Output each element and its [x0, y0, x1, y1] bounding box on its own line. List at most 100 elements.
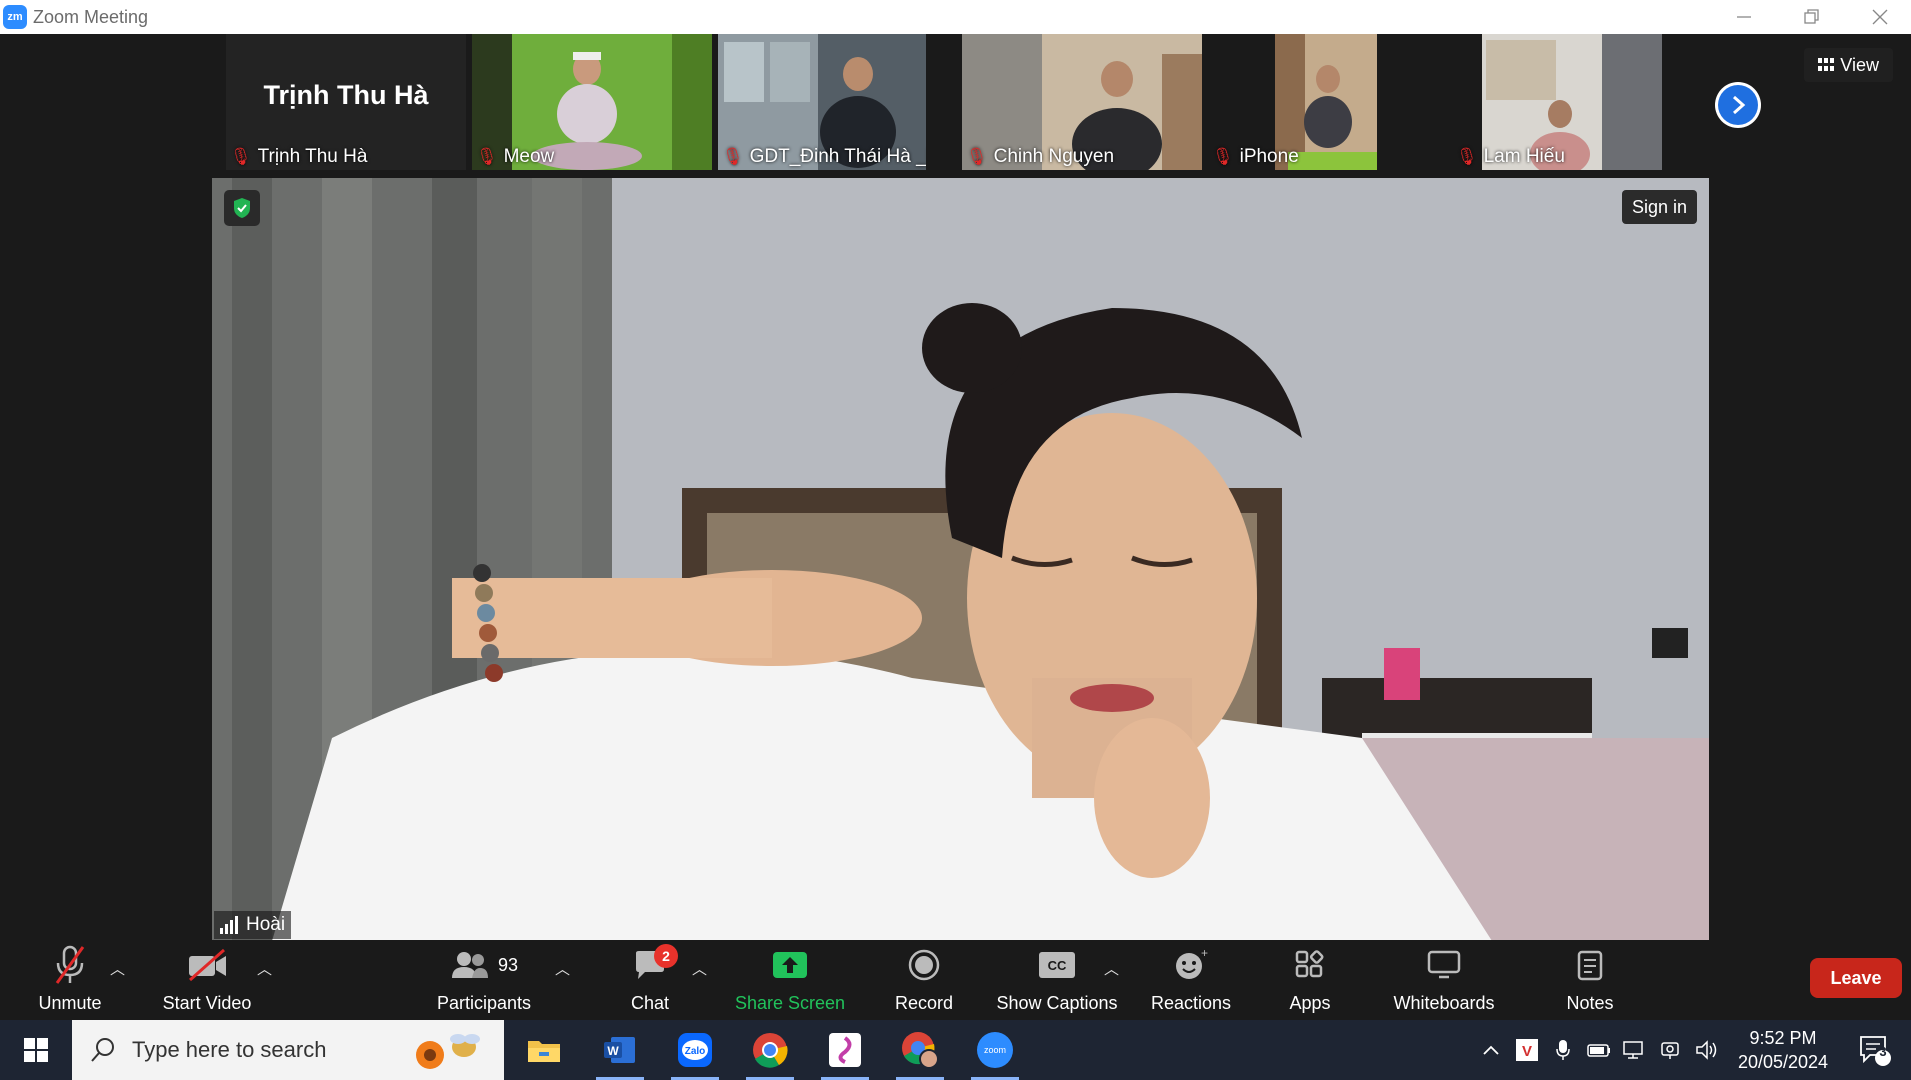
svg-text:V: V — [1522, 1043, 1532, 1060]
reactions-label: Reactions — [1150, 993, 1232, 1013]
clock-time: 9:52 PM — [1749, 1028, 1817, 1048]
camera-tray-icon[interactable] — [1656, 1020, 1686, 1080]
windows-taskbar: Type here to search W Zalo zoom V 9:52 P… — [0, 1020, 1911, 1080]
gallery-tile[interactable]: 🎙 iPhone — [1208, 34, 1378, 170]
zalo-icon: Zalo — [678, 1033, 712, 1067]
record-icon — [908, 943, 940, 987]
battery-tray-icon[interactable] — [1584, 1020, 1614, 1080]
leave-button[interactable]: Leave — [1810, 958, 1902, 998]
share-screen-button[interactable]: Share Screen — [730, 940, 850, 1020]
participants-caret-icon[interactable]: ︿ — [555, 958, 570, 979]
share-screen-icon — [771, 943, 809, 987]
volume-tray-icon[interactable] — [1692, 1020, 1722, 1080]
view-button[interactable]: View — [1804, 48, 1893, 82]
notes-label: Notes — [1566, 993, 1614, 1013]
svg-text:+: + — [1201, 948, 1208, 960]
minimize-icon — [1737, 16, 1751, 18]
word-icon: W — [604, 1037, 635, 1063]
folder-icon — [528, 1041, 560, 1062]
svg-text:CC: CC — [1048, 958, 1067, 973]
gallery-tile[interactable]: 🎙 GDT_Đinh Thái Hà _M... — [718, 34, 926, 170]
zoom-app[interactable]: zoom — [965, 1026, 1025, 1080]
video-options-caret-icon[interactable]: ︿ — [257, 958, 272, 979]
meeting-toolbar: Unmute ︿ Start Video ︿ 93 Participants ︿… — [0, 940, 1911, 1020]
gallery-tile[interactable]: 🎙 Chinh Nguyen — [962, 34, 1202, 170]
notification-center-button[interactable]: 3 — [1850, 1020, 1900, 1080]
whiteboard-icon — [1427, 943, 1461, 987]
chat-label: Chat — [630, 993, 670, 1013]
muted-mic-icon: 🎙 — [722, 147, 744, 166]
muted-mic-icon — [53, 943, 87, 987]
apps-button[interactable]: Apps — [1270, 940, 1350, 1020]
taskbar-search-input[interactable]: Type here to search — [72, 1020, 504, 1080]
chrome-profile-app[interactable] — [890, 1026, 950, 1080]
minimize-button[interactable] — [1710, 0, 1778, 34]
participants-label: Participants — [436, 993, 532, 1013]
participant-big-name: Trịnh Thu Hà — [263, 80, 429, 110]
notes-button[interactable]: Notes — [1550, 940, 1630, 1020]
search-placeholder: Type here to search — [132, 1037, 327, 1062]
view-label: View — [1840, 54, 1879, 75]
muted-mic-icon: 🎙 — [966, 147, 988, 166]
record-button[interactable]: Record — [884, 940, 964, 1020]
windows-logo-icon — [24, 1038, 48, 1062]
notes-icon — [1576, 943, 1604, 987]
participants-count: 93 — [497, 954, 519, 975]
zoom-icon: zoom — [977, 1032, 1013, 1068]
taskbar-clock[interactable]: 9:52 PM 20/05/2024 — [1728, 1026, 1838, 1074]
whiteboards-button[interactable]: Whiteboards — [1384, 940, 1504, 1020]
muted-mic-icon: 🎙 — [476, 147, 498, 166]
start-video-button[interactable]: Start Video — [152, 940, 262, 1020]
gallery-tile[interactable]: 🎙 Lam Hiếu — [1452, 34, 1662, 170]
file-explorer-app[interactable] — [514, 1026, 574, 1074]
signal-strength-icon — [220, 916, 238, 934]
apps-label: Apps — [1289, 993, 1331, 1013]
speaker-label: Hoài — [214, 911, 292, 939]
record-label: Record — [894, 993, 954, 1013]
audio-options-caret-icon[interactable]: ︿ — [110, 958, 125, 979]
sign-in-button[interactable]: Sign in — [1621, 190, 1697, 224]
close-button[interactable] — [1846, 0, 1911, 34]
show-captions-label: Show Captions — [996, 993, 1118, 1013]
show-captions-button[interactable]: CC Show Captions — [990, 940, 1124, 1020]
chat-unread-badge: 2 — [654, 944, 678, 968]
unmute-button[interactable]: Unmute — [22, 940, 118, 1020]
participants-icon — [451, 952, 488, 978]
chrome-app[interactable] — [740, 1026, 800, 1080]
word-app[interactable]: W — [590, 1026, 650, 1080]
chevron-right-icon — [1718, 85, 1758, 125]
video-off-icon — [186, 943, 228, 987]
network-tray-icon[interactable] — [1620, 1020, 1650, 1080]
microphone-tray-icon[interactable] — [1548, 1020, 1578, 1080]
pinned-app[interactable] — [815, 1026, 875, 1080]
chat-button[interactable]: 2 Chat — [610, 940, 690, 1020]
reactions-icon: + — [1174, 943, 1208, 987]
grid-icon — [1818, 58, 1835, 71]
window-title: Zoom Meeting — [33, 6, 149, 27]
reactions-button[interactable]: + Reactions — [1146, 940, 1236, 1020]
participant-name: GDT_Đinh Thái Hà _M... — [749, 146, 926, 167]
title-bar: zm Zoom Meeting — [0, 0, 1911, 34]
participants-button[interactable]: 93 Participants — [428, 940, 540, 1020]
chat-caret-icon[interactable]: ︿ — [692, 958, 707, 979]
participant-name: Chinh Nguyen — [993, 146, 1115, 167]
gallery-tile[interactable]: 🎙 Meow — [472, 34, 712, 170]
active-speaker-video[interactable]: Sign in Hoài — [212, 178, 1709, 941]
show-hidden-icons-button[interactable] — [1476, 1020, 1506, 1080]
encryption-shield-icon[interactable] — [224, 190, 260, 226]
gallery-tile[interactable]: Trịnh Thu Hà 🎙 Trịnh Thu Hà — [226, 34, 466, 170]
muted-mic-icon: 🎙 — [1456, 147, 1478, 166]
zoom-logo-icon: zm — [3, 5, 27, 29]
restore-button[interactable] — [1778, 0, 1846, 34]
start-button[interactable] — [0, 1020, 72, 1080]
next-page-button[interactable] — [1715, 82, 1761, 128]
chrome-icon — [753, 1033, 788, 1068]
participant-name: Lam Hiếu — [1483, 146, 1565, 167]
captions-caret-icon[interactable]: ︿ — [1104, 958, 1119, 979]
speaker-video-feed — [212, 178, 1709, 941]
zalo-app[interactable]: Zalo — [665, 1026, 725, 1080]
unmute-label: Unmute — [38, 993, 102, 1013]
chrome-profile-icon — [902, 1032, 939, 1069]
start-video-label: Start Video — [162, 993, 252, 1013]
vivaldi-tray-icon[interactable]: V — [1512, 1020, 1542, 1080]
